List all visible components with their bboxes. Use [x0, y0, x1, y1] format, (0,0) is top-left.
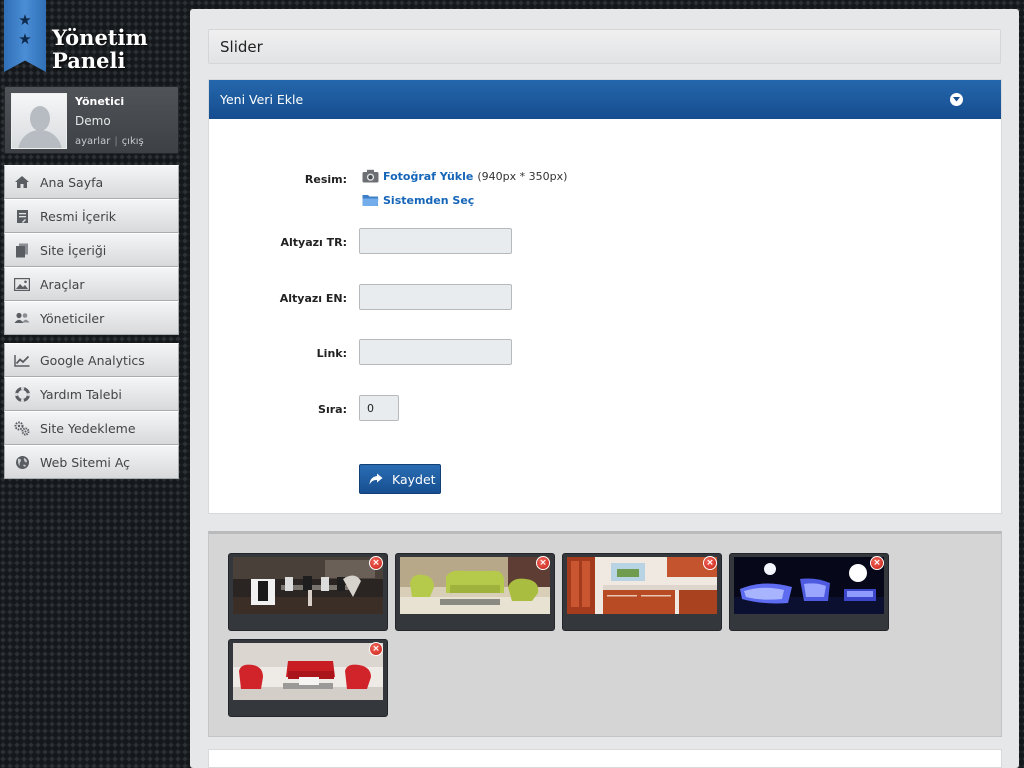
save-button[interactable]: Kaydet — [359, 464, 441, 494]
bookmark-ribbon-icon: ★ ★ — [4, 0, 46, 72]
nav-item-help-request[interactable]: Yardım Talebi — [4, 377, 179, 411]
system-select-row: Sistemden Seç — [362, 193, 474, 207]
link-label: Link: — [316, 347, 347, 360]
nav-label: Ana Sayfa — [40, 174, 104, 190]
nav-item-admins[interactable]: Yöneticiler — [4, 301, 179, 335]
slider-thumbnail[interactable]: × — [228, 553, 388, 631]
save-label: Kaydet — [392, 471, 436, 487]
nav-label: Yöneticiler — [40, 310, 105, 326]
order-label: Sıra: — [318, 403, 347, 416]
nav-label: Yardım Talebi — [40, 386, 122, 402]
chart-icon — [14, 352, 30, 368]
nav-item-google-analytics[interactable]: Google Analytics — [4, 343, 179, 377]
slider-thumbnail[interactable]: × — [562, 553, 722, 631]
collapse-toggle[interactable] — [950, 93, 963, 106]
link-separator: | — [114, 136, 118, 147]
delete-image-button[interactable]: × — [870, 556, 884, 570]
nav-item-tools[interactable]: Araçlar — [4, 267, 179, 301]
main-content: Slider Yeni Veri Ekle Resim: Fotoğraf Yü… — [190, 9, 1019, 768]
brand-line-1: Yönetim — [52, 25, 148, 50]
new-entry-panel: Yeni Veri Ekle Resim: Fotoğraf Yükle (94… — [208, 79, 1002, 514]
settings-link[interactable]: ayarlar — [75, 136, 110, 147]
globe-icon — [14, 454, 30, 470]
user-role: Yönetici — [75, 95, 125, 108]
footer-panel — [208, 749, 1002, 768]
home-icon — [14, 174, 30, 190]
nav-item-open-website[interactable]: Web Sitemi Aç — [4, 445, 179, 479]
page-title: Slider — [208, 29, 1001, 64]
folder-icon — [362, 195, 379, 206]
star-icon: ★ — [18, 30, 32, 48]
lifebuoy-icon — [14, 386, 30, 402]
logout-link[interactable]: çıkış — [122, 136, 144, 147]
caption-tr-label: Altyazı TR: — [280, 236, 347, 249]
order-input[interactable] — [359, 395, 399, 421]
delete-image-button[interactable]: × — [369, 642, 383, 656]
nav-primary: Ana Sayfa Resmi İçerik Site İçeriği Araç… — [4, 165, 179, 335]
chevron-down-icon — [953, 97, 960, 102]
sidebar: ★ ★ Yönetim Paneli Yönetici Demo ayarlar… — [0, 0, 190, 768]
brand-title[interactable]: Yönetim Paneli — [52, 26, 188, 72]
slider-image-kitchen — [567, 557, 717, 614]
slider-image-green-sofa — [400, 557, 550, 614]
nav-label: Site İçeriği — [40, 242, 107, 258]
document-icon — [14, 208, 30, 224]
nav-secondary: Google Analytics Yardım Talebi Site Yede… — [4, 343, 179, 479]
delete-image-button[interactable]: × — [536, 556, 550, 570]
slider-image-red-armchairs — [233, 643, 383, 700]
slider-image-glowing-furniture — [734, 557, 884, 614]
caption-en-input[interactable] — [359, 284, 512, 310]
slider-image-dining-room — [233, 557, 383, 614]
upload-row: Fotoğraf Yükle (940px * 350px) — [362, 169, 567, 183]
avatar — [11, 93, 67, 149]
brand-line-2: Paneli — [52, 48, 126, 73]
image-label: Resim: — [304, 173, 347, 186]
user-name: Demo — [75, 114, 111, 128]
slider-thumbnail[interactable]: × — [228, 639, 388, 717]
nav-item-home[interactable]: Ana Sayfa — [4, 165, 179, 199]
star-icon: ★ — [18, 11, 32, 29]
caption-tr-input[interactable] — [359, 228, 512, 254]
nav-label: Google Analytics — [40, 352, 145, 368]
nav-label: Araçlar — [40, 276, 85, 292]
upload-photo-link[interactable]: Fotoğraf Yükle — [383, 170, 473, 183]
nav-item-site-content[interactable]: Site İçeriği — [4, 233, 179, 267]
panel-header[interactable]: Yeni Veri Ekle — [209, 80, 1001, 119]
delete-image-button[interactable]: × — [369, 556, 383, 570]
nav-item-site-backup[interactable]: Site Yedekleme — [4, 411, 179, 445]
panel-title: Yeni Veri Ekle — [220, 92, 304, 107]
nav-label: Web Sitemi Aç — [40, 454, 131, 470]
slider-gallery: × × × × × — [208, 531, 1002, 737]
user-box: Yönetici Demo ayarlar | çıkış — [4, 86, 179, 154]
caption-en-label: Altyazı EN: — [279, 292, 347, 305]
slider-thumbnail[interactable]: × — [729, 553, 889, 631]
camera-icon — [362, 169, 379, 183]
share-arrow-icon — [369, 473, 383, 485]
pages-icon — [14, 242, 30, 258]
nav-item-official-content[interactable]: Resmi İçerik — [4, 199, 179, 233]
upload-size-hint: (940px * 350px) — [477, 169, 568, 183]
link-input[interactable] — [359, 339, 512, 365]
slider-thumbnail[interactable]: × — [395, 553, 555, 631]
user-links: ayarlar | çıkış — [75, 136, 144, 147]
gears-icon — [14, 420, 30, 436]
image-icon — [14, 276, 30, 292]
delete-image-button[interactable]: × — [703, 556, 717, 570]
nav-label: Site Yedekleme — [40, 420, 136, 436]
nav-label: Resmi İçerik — [40, 208, 117, 224]
users-icon — [14, 310, 30, 326]
select-from-system-link[interactable]: Sistemden Seç — [383, 194, 474, 207]
